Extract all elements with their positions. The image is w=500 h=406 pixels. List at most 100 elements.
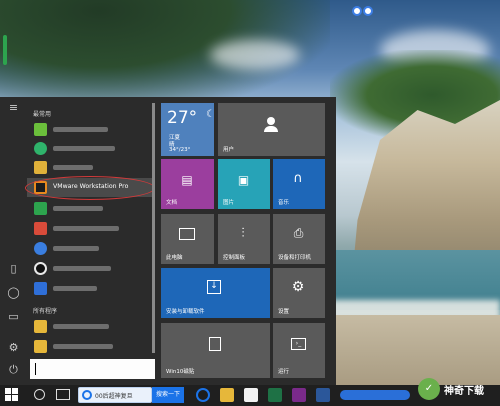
app-icon [34, 123, 47, 136]
tile-this-pc[interactable]: 此电脑 [161, 214, 214, 264]
owl-desktop-icon[interactable] [352, 4, 376, 20]
wallpaper-cloud [210, 40, 300, 70]
picture-icon: ▣ [237, 173, 250, 187]
headphones-icon: ∩ [293, 171, 303, 186]
sliders-icon: ⫶ [241, 226, 245, 241]
settings-gear-icon[interactable]: ⚙ [6, 340, 21, 355]
excel-icon[interactable] [268, 388, 282, 402]
most-used-header: 最常用 [33, 111, 52, 118]
app-list-item[interactable] [27, 239, 153, 258]
app-icon [34, 262, 47, 275]
start-menu: ≡ ▯ ◯ ▭ ⚙ ⏻ 最常用 VMware Workstation Pro 所… [0, 97, 336, 385]
tile-install-remove[interactable]: ↓ 安装与卸载软件 [161, 268, 270, 318]
edge-browser-icon[interactable] [196, 388, 210, 402]
folder-icon [34, 320, 47, 333]
blurred-app-name [53, 246, 99, 251]
tile-win10-tiles[interactable]: Win10磁贴 [161, 323, 270, 378]
desktop-gadget-bar [3, 35, 7, 65]
blurred-app-name [53, 146, 115, 151]
tile-devices-printers[interactable]: ⎙ 设备和打印机 [273, 214, 325, 264]
tile-settings-label: 设置 [278, 309, 290, 315]
tile-documents-label: 文档 [166, 200, 178, 206]
document-icon: ▤ [181, 173, 193, 187]
blurred-app-name [53, 127, 108, 132]
watermark-text: 神奇下载 [444, 386, 484, 397]
hamburger-menu-icon[interactable]: ≡ [6, 100, 21, 115]
task-view-icon[interactable] [56, 389, 70, 400]
tile-documents[interactable]: ▤ 文档 [161, 159, 214, 209]
weather-temperature: 27° [167, 108, 198, 128]
app-list-item[interactable] [27, 337, 153, 356]
computer-icon [179, 228, 195, 240]
app-icon [34, 202, 47, 215]
app-list-item[interactable] [27, 120, 153, 139]
word-icon[interactable] [316, 388, 330, 402]
tablet-mode-icon[interactable]: ▯ [6, 261, 21, 276]
app-icon [34, 222, 47, 235]
tile-weather[interactable]: 27° ☾ 江夏 晴 34°/23° [161, 103, 215, 156]
app-list-item[interactable] [27, 279, 153, 298]
gear-icon: ⚙ [291, 279, 305, 295]
tablet-icon [209, 337, 221, 351]
app-list-item[interactable] [27, 259, 153, 278]
watermark-icon: ✓ [418, 378, 440, 400]
red-highlight-ellipse [25, 176, 155, 200]
tile-control-panel[interactable]: ⫶ 控制面板 [218, 214, 270, 264]
tile-this-pc-label: 此电脑 [166, 255, 183, 261]
blurred-app-name [53, 286, 97, 291]
app-list-item[interactable] [27, 139, 153, 158]
browser-chip-text: 00后超神复旦 [95, 393, 133, 400]
start-search-input[interactable] [30, 359, 155, 379]
tile-settings[interactable]: ⚙ 设置 [273, 268, 325, 318]
file-explorer-icon[interactable] [220, 388, 234, 402]
blurred-app-name [53, 266, 111, 271]
browser-chip[interactable]: 00后超神复旦 [78, 387, 152, 403]
app-list-item[interactable] [27, 317, 153, 336]
tile-user[interactable]: 用户 [218, 103, 325, 156]
printer-icon: ⎙ [293, 226, 304, 240]
watermark-logo: ✓ 神奇下载 [412, 368, 500, 406]
app-list-scrollbar[interactable] [152, 103, 155, 353]
store-icon[interactable] [244, 388, 258, 402]
text-cursor [35, 363, 36, 375]
folder-icon [34, 340, 47, 353]
app-icon [34, 242, 47, 255]
power-icon[interactable]: ⏻ [6, 362, 21, 377]
cortana-search-icon[interactable] [34, 389, 45, 400]
tile-run[interactable]: ›_ 运行 [273, 323, 325, 378]
taskbar-search-button[interactable]: 搜索一下 [152, 387, 184, 403]
tile-win10-tiles-label: Win10磁贴 [166, 369, 195, 375]
windows-start-icon[interactable] [5, 388, 19, 402]
weather-range: 34°/23° [169, 147, 191, 153]
app-icon [34, 161, 47, 174]
tile-pictures[interactable]: ▣ 图片 [218, 159, 270, 209]
ie-browser-icon [82, 390, 92, 400]
app-list: 最常用 VMware Workstation Pro 所有程序 [25, 97, 155, 385]
tile-music-label: 音乐 [278, 200, 290, 206]
user-icon [264, 117, 278, 133]
blurred-app-name [53, 206, 103, 211]
system-tray-bar[interactable] [340, 390, 410, 400]
app-list-item[interactable] [27, 158, 153, 177]
documents-icon[interactable]: ▭ [6, 309, 21, 324]
moon-icon: ☾ [206, 109, 215, 120]
download-box-icon: ↓ [207, 280, 221, 294]
user-account-icon[interactable]: ◯ [6, 285, 21, 300]
onenote-icon[interactable] [292, 388, 306, 402]
blurred-app-name [53, 324, 109, 329]
app-list-item[interactable] [27, 199, 153, 218]
blurred-app-name [53, 226, 119, 231]
app-icon [34, 282, 47, 295]
tile-run-label: 运行 [278, 369, 290, 375]
app-icon [34, 142, 47, 155]
tile-user-label: 用户 [223, 147, 235, 153]
all-programs-header: 所有程序 [33, 308, 58, 315]
run-window-icon: ›_ [291, 338, 306, 350]
blurred-app-name [53, 344, 113, 349]
app-list-item[interactable] [27, 219, 153, 238]
start-left-rail: ≡ ▯ ◯ ▭ ⚙ ⏻ [0, 97, 27, 385]
tile-control-panel-label: 控制面板 [223, 255, 246, 261]
blurred-app-name [53, 165, 93, 170]
tile-music[interactable]: ∩ 音乐 [273, 159, 325, 209]
tile-install-remove-label: 安装与卸载软件 [166, 309, 205, 315]
